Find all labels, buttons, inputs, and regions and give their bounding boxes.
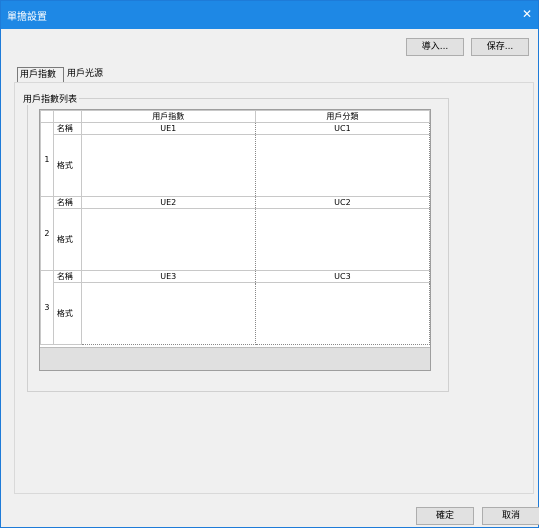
table-cell-uc[interactable]: UC3 — [254, 270, 431, 283]
import-button[interactable]: 導入... — [406, 38, 464, 56]
row-header: 1 — [40, 122, 54, 197]
table-cell-uc-format[interactable] — [254, 282, 431, 345]
corner-cell-2 — [52, 110, 82, 123]
field-name-label: 名稱 — [52, 196, 82, 209]
field-format-label: 格式 — [52, 134, 82, 197]
column-header-user-category[interactable]: 用戶分類 — [254, 110, 431, 123]
cancel-button[interactable]: 取消 — [482, 507, 539, 525]
window-title: 單擔設置 — [7, 12, 47, 23]
close-icon[interactable]: ✕ — [520, 7, 534, 21]
row-header: 3 — [40, 270, 54, 345]
corner-cell — [40, 110, 54, 123]
table-cell-ue[interactable]: UE3 — [80, 270, 256, 283]
table-cell-ue[interactable]: UE2 — [80, 196, 256, 209]
column-header-user-index[interactable]: 用戶指數 — [80, 110, 256, 123]
field-format-label: 格式 — [52, 208, 82, 271]
ok-button[interactable]: 確定 — [416, 507, 474, 525]
table-cell-uc[interactable]: UC1 — [254, 122, 431, 135]
table-cell-uc[interactable]: UC2 — [254, 196, 431, 209]
table-cell-ue-format[interactable] — [80, 208, 256, 271]
row-header: 2 — [40, 196, 54, 271]
field-name-label: 名稱 — [52, 270, 82, 283]
settings-window: 單擔設置 ✕ 導入... 保存... 用戶指數 用戶光源 用戶指數列表 用戶指數… — [0, 0, 539, 528]
grid-table: 用戶指數 用戶分類 1 名稱 UE1 UC1 格式 2 名稱 UE2 UC2 格… — [40, 110, 431, 345]
table-cell-ue-format[interactable] — [80, 282, 256, 345]
table-cell-ue[interactable]: UE1 — [80, 122, 256, 135]
table-cell-ue-format[interactable] — [80, 134, 256, 197]
grid-footer — [40, 347, 430, 370]
field-name-label: 名稱 — [52, 122, 82, 135]
table-cell-uc-format[interactable] — [254, 134, 431, 197]
title-bar: 單擔設置 ✕ — [1, 1, 538, 29]
field-format-label: 格式 — [52, 282, 82, 345]
tab-user-index[interactable]: 用戶指數 — [17, 67, 64, 83]
tab-user-light[interactable]: 用戶光源 — [65, 67, 111, 82]
group-title: 用戶指數列表 — [21, 92, 80, 105]
table-cell-uc-format[interactable] — [254, 208, 431, 271]
data-grid: 用戶指數 用戶分類 1 名稱 UE1 UC1 格式 2 名稱 UE2 UC2 格… — [39, 109, 431, 371]
save-button[interactable]: 保存... — [471, 38, 529, 56]
